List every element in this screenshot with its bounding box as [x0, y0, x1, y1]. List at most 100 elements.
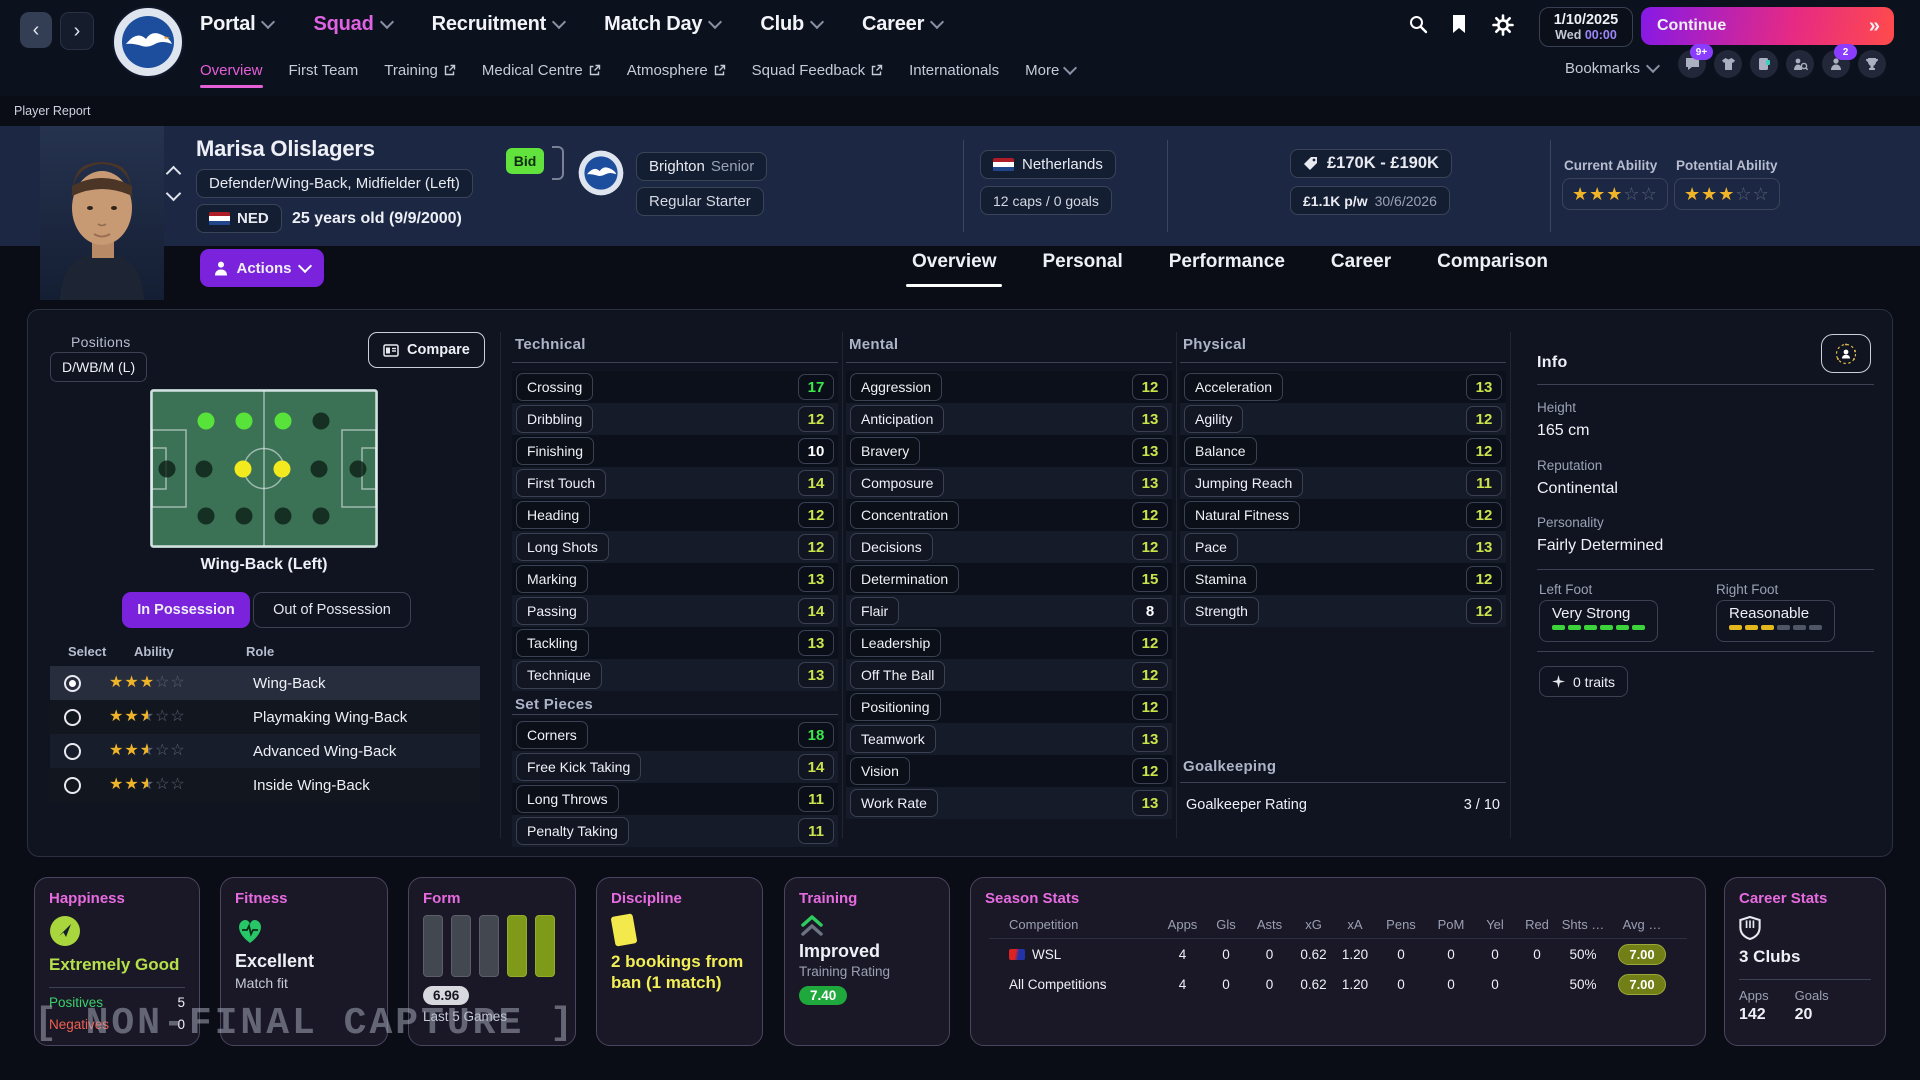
- role-row-advanced-wing-back[interactable]: ★★★★☆☆Advanced Wing-Back: [50, 734, 480, 768]
- role-radio[interactable]: [64, 777, 81, 794]
- bookmark-icon[interactable]: [1450, 14, 1472, 36]
- height-value: 165 cm: [1537, 422, 1589, 440]
- foot-strength-segment: [1729, 625, 1742, 630]
- tab-career[interactable]: Career: [1331, 251, 1391, 287]
- nav-career[interactable]: Career: [862, 13, 942, 36]
- pitch-position-dot-yellow: [273, 460, 290, 477]
- stat-cell: 4: [1160, 939, 1205, 969]
- squad-shirt-icon[interactable]: [1714, 50, 1742, 78]
- happiness-status-icon: [49, 915, 81, 947]
- tab-performance[interactable]: Performance: [1169, 251, 1285, 287]
- attribute-row-pace: Pace 13: [1180, 531, 1506, 563]
- happiness-card[interactable]: Happiness Extremely Good Positives5 Nega…: [34, 877, 200, 1046]
- fitness-card[interactable]: Fitness Excellent Match fit: [220, 877, 388, 1046]
- bid-button[interactable]: Bid: [506, 148, 544, 174]
- next-player-button[interactable]: [168, 188, 182, 202]
- attribute-value: 13: [1132, 470, 1168, 496]
- traits-button[interactable]: 0 traits: [1539, 666, 1628, 697]
- training-title: Training: [799, 890, 935, 907]
- season-header-competition: Competition: [985, 907, 1160, 938]
- subnav-medical-centre[interactable]: Medical Centre: [482, 48, 601, 92]
- settings-gear-icon[interactable]: [1492, 14, 1514, 36]
- right-foot-bars: [1729, 625, 1822, 630]
- attribute-label: Crossing: [516, 373, 593, 401]
- nav-match-day[interactable]: Match Day: [604, 13, 720, 36]
- role-row-inside-wing-back[interactable]: ★★★★☆☆Inside Wing-Back: [50, 768, 480, 802]
- attribute-label: Balance: [1184, 437, 1257, 465]
- subnav-label: First Team: [289, 62, 359, 79]
- season-row-all-competitions[interactable]: All Competitions4000.621.2000050%7.00: [985, 969, 1691, 999]
- history-back-button[interactable]: ‹: [20, 12, 52, 48]
- role-radio[interactable]: [64, 743, 81, 760]
- fm-player-report-screen: ‹ › Portal Squad Recruitment Match Day Club C…: [0, 0, 1920, 1080]
- role-radio[interactable]: [64, 709, 81, 726]
- pitch-position-dot-dark: [310, 460, 327, 477]
- subnav-overview[interactable]: Overview: [200, 48, 263, 92]
- chevron-down-icon: [708, 15, 722, 29]
- compare-button[interactable]: Compare: [368, 332, 485, 368]
- tab-overview[interactable]: Overview: [912, 251, 997, 287]
- season-header-asts: Asts: [1247, 907, 1292, 938]
- previous-player-button[interactable]: [168, 168, 182, 182]
- chevron-down-icon: [1646, 59, 1660, 73]
- nav-club[interactable]: Club: [760, 13, 822, 36]
- star-empty-icon: ☆: [155, 743, 170, 759]
- discipline-card[interactable]: Discipline 2 bookings from ban (1 match): [596, 877, 763, 1046]
- foot-strength-segment: [1568, 625, 1581, 630]
- attribute-row-composure: Composure13: [846, 467, 1172, 499]
- nav-portal[interactable]: Portal: [200, 13, 273, 36]
- continue-button[interactable]: Continue »: [1641, 7, 1894, 45]
- competitions-trophy-icon[interactable]: [1858, 50, 1886, 78]
- main-nav: Portal Squad Recruitment Match Day Club Caree…: [200, 0, 942, 48]
- fitness-status: Excellent: [235, 951, 373, 972]
- game-date-display[interactable]: 1/10/2025 Wed 00:00: [1539, 7, 1633, 47]
- subnav-training[interactable]: Training: [384, 48, 456, 92]
- bookmarks-dropdown[interactable]: Bookmarks: [1565, 48, 1658, 88]
- actions-button[interactable]: Actions: [200, 249, 324, 287]
- history-forward-button[interactable]: ›: [60, 12, 94, 50]
- training-card[interactable]: Training Improved Training Rating 7.40: [784, 877, 950, 1046]
- attribute-value: 12: [1466, 598, 1502, 624]
- role-row-wing-back[interactable]: ★★★☆☆Wing-Back: [50, 666, 480, 700]
- tab-comparison[interactable]: Comparison: [1437, 251, 1548, 287]
- attribute-row-positioning: Positioning12: [846, 691, 1172, 723]
- season-header-gls: Gls: [1205, 907, 1247, 938]
- transfer-value: £170K - £190K: [1327, 154, 1439, 173]
- attribute-value: 11: [798, 786, 834, 812]
- subnav-more[interactable]: More: [1025, 48, 1075, 92]
- star-full-icon: ★: [109, 709, 124, 725]
- form-card[interactable]: Form 6.96 Last 5 Games: [408, 877, 576, 1046]
- nav-squad[interactable]: Squad: [313, 13, 391, 36]
- social-profile-icon[interactable]: 2: [1822, 50, 1850, 78]
- player-club-chip[interactable]: Brighton Senior: [636, 152, 767, 181]
- attribute-value: 13: [1466, 534, 1502, 560]
- role-row-playmaking-wing-back[interactable]: ★★★★☆☆Playmaking Wing-Back: [50, 700, 480, 734]
- person-icon: [214, 261, 228, 276]
- scouting-icon[interactable]: [1786, 50, 1814, 78]
- roles-header-select: Select: [68, 644, 106, 659]
- role-radio[interactable]: [64, 675, 81, 692]
- tab-personal[interactable]: Personal: [1042, 251, 1122, 287]
- search-icon[interactable]: [1408, 14, 1430, 36]
- roles-header-ability: Ability: [134, 644, 174, 659]
- subnav-first-team[interactable]: First Team: [289, 48, 359, 92]
- out-of-possession-toggle[interactable]: Out of Possession: [253, 592, 411, 628]
- attribute-row-bravery: Bravery13: [846, 435, 1172, 467]
- attribute-value: 13: [798, 630, 834, 656]
- career-stats-card[interactable]: Career Stats 3 Clubs Apps142 Goals20: [1724, 877, 1886, 1046]
- attribute-label: Pace: [1184, 533, 1238, 561]
- transfer-value-chip[interactable]: £170K - £190K: [1290, 149, 1452, 178]
- subnav-squad-feedback[interactable]: Squad Feedback: [752, 48, 883, 92]
- personality-profile-button[interactable]: [1821, 334, 1871, 373]
- training-rating-pill: 7.40: [799, 986, 847, 1005]
- star-full-icon: ★: [124, 777, 139, 793]
- club-crest-logo[interactable]: [112, 6, 184, 78]
- nation-chip[interactable]: Netherlands: [980, 150, 1116, 179]
- inbox-icon[interactable]: 9+: [1678, 50, 1706, 78]
- nav-recruitment[interactable]: Recruitment: [432, 13, 565, 36]
- club-card-icon[interactable]: [1750, 50, 1778, 78]
- subnav-atmosphere[interactable]: Atmosphere: [627, 48, 726, 92]
- season-row-wsl[interactable]: WSL4000.621.20000050%7.00: [985, 939, 1691, 969]
- in-possession-toggle[interactable]: In Possession: [122, 592, 250, 628]
- subnav-internationals[interactable]: Internationals: [909, 48, 999, 92]
